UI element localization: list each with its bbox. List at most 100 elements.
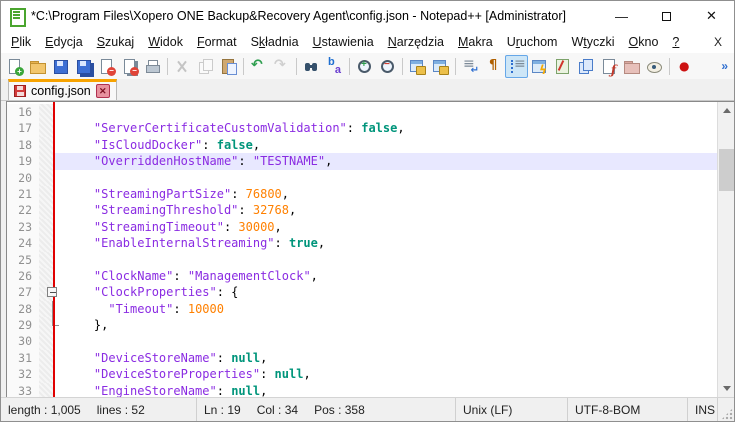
bookmark-margin [39, 301, 53, 317]
toolbar-button-print[interactable] [141, 55, 164, 78]
toolbar-button-undo[interactable] [247, 55, 270, 78]
toolbar-button-sync-v[interactable] [406, 55, 429, 78]
toolbar-button-zoom-in[interactable] [353, 55, 376, 78]
menu-item-edycja[interactable]: Edycja [38, 33, 90, 51]
toolbar-button-lightning[interactable] [528, 55, 551, 78]
map-icon [554, 58, 571, 75]
code-line-29[interactable]: 29 }, [7, 317, 717, 333]
code-line-31[interactable]: 31 "DeviceStoreName": null, [7, 350, 717, 366]
menu-item-uruchom[interactable]: Uruchom [500, 33, 565, 51]
toolbar-button-find[interactable] [300, 55, 323, 78]
toolbar-button-pilcrow[interactable] [482, 55, 505, 78]
resize-grip[interactable] [718, 398, 734, 421]
code-line-22[interactable]: 22 "StreamingThreshold": 32768, [7, 202, 717, 218]
code-line-18[interactable]: 18 "IsCloudDocker": false, [7, 137, 717, 153]
toolbar-button-eye[interactable] [643, 55, 666, 78]
code-line-24[interactable]: 24 "EnableInternalStreaming": true, [7, 235, 717, 251]
toolbar-button-close-doc[interactable] [95, 55, 118, 78]
toolbar-button-workspace[interactable] [620, 55, 643, 78]
funclist-icon [600, 58, 617, 75]
menu-item-makra[interactable]: Makra [451, 33, 500, 51]
toolbar-button-save[interactable] [49, 55, 72, 78]
code-line-16[interactable]: 16 [7, 104, 717, 120]
editor-lines: 1617 "ServerCertificateCustomValidation"… [7, 102, 717, 397]
menu-item-widok[interactable]: Widok [141, 33, 190, 51]
menu-item-szukaj[interactable]: Szukaj [90, 33, 142, 51]
maximize-button[interactable] [644, 1, 689, 31]
record-icon [676, 58, 693, 75]
tab-label: config.json [31, 84, 91, 98]
line-number: 23 [7, 219, 39, 235]
status-insert-mode[interactable]: INS [688, 398, 718, 421]
toolbar-button-open[interactable] [26, 55, 49, 78]
status-doc-info: length : 1,005 lines : 52 [1, 398, 197, 421]
menu-item-format[interactable]: Format [190, 33, 244, 51]
tab-close-icon[interactable]: ✕ [96, 84, 110, 98]
bookmark-margin [39, 153, 53, 169]
menu-item-wtyczki[interactable]: Wtyczki [564, 33, 621, 51]
toolbar-button-copy [194, 55, 217, 78]
code-line-21[interactable]: 21 "StreamingPartSize": 76800, [7, 186, 717, 202]
status-eol-format[interactable]: Unix (LF) [456, 398, 568, 421]
toolbar-button-zoom-out[interactable] [376, 55, 399, 78]
menu-item-okno[interactable]: Okno [622, 33, 666, 51]
toolbar-button-doclist[interactable] [574, 55, 597, 78]
toolbar-button-map[interactable] [551, 55, 574, 78]
menu-item-ustawienia[interactable]: Ustawienia [306, 33, 381, 51]
eye-icon [646, 58, 663, 75]
menu-item-skladnia[interactable]: Składnia [244, 33, 306, 51]
toolbar-separator [455, 58, 456, 75]
toolbar-button-new-file[interactable] [3, 55, 26, 78]
code-text: "StreamingPartSize": 76800, [65, 186, 717, 202]
toolbar-button-close-all[interactable] [118, 55, 141, 78]
code-line-17[interactable]: 17 "ServerCertificateCustomValidation": … [7, 120, 717, 136]
line-number: 26 [7, 268, 39, 284]
tab-config-json[interactable]: config.json ✕ [8, 79, 117, 100]
toolbar-button-paste[interactable] [217, 55, 240, 78]
code-line-27[interactable]: 27 "ClockProperties": { [7, 284, 717, 300]
code-line-26[interactable]: 26 "ClockName": "ManagementClock", [7, 268, 717, 284]
menu-item-help[interactable]: ? [665, 33, 686, 51]
code-line-23[interactable]: 23 "StreamingTimeout": 30000, [7, 219, 717, 235]
toolbar-overflow-chevron-icon[interactable]: » [721, 59, 728, 73]
toolbar-button-funclist[interactable] [597, 55, 620, 78]
vertical-scrollbar[interactable] [717, 102, 734, 397]
code-line-19[interactable]: 19 "OverriddenHostName": "TESTNAME", [7, 153, 717, 169]
code-line-32[interactable]: 32 "DeviceStoreProperties": null, [7, 366, 717, 382]
menu-item-narzedzia[interactable]: Narzędzia [381, 33, 451, 51]
close-button[interactable]: ✕ [689, 1, 734, 31]
scrollbar-thumb[interactable] [719, 149, 734, 191]
menu-item-plik[interactable]: Plik [4, 33, 38, 51]
line-number: 30 [7, 333, 39, 349]
toolbar-button-indent[interactable] [505, 55, 528, 78]
code-line-30[interactable]: 30 [7, 333, 717, 349]
code-text [65, 333, 717, 349]
scroll-down-arrow-icon[interactable] [718, 380, 734, 397]
toolbar-button-wrap[interactable] [459, 55, 482, 78]
code-line-28[interactable]: 28 "Timeout": 10000 [7, 301, 717, 317]
minimize-button[interactable]: — [599, 1, 644, 31]
wrap-icon [462, 58, 479, 75]
line-number: 25 [7, 252, 39, 268]
bookmark-margin [39, 120, 53, 136]
code-line-20[interactable]: 20 [7, 170, 717, 186]
editor[interactable]: 1617 "ServerCertificateCustomValidation"… [6, 101, 734, 397]
replace-icon [326, 58, 343, 75]
status-encoding[interactable]: UTF-8-BOM [568, 398, 688, 421]
toolbar-button-replace[interactable] [323, 55, 346, 78]
menu-close-button[interactable]: X [702, 35, 734, 49]
sync-h-icon [432, 58, 449, 75]
scroll-up-arrow-icon[interactable] [718, 102, 734, 119]
doclist-icon [577, 58, 594, 75]
save-icon [52, 58, 69, 75]
toolbar-button-record[interactable] [673, 55, 696, 78]
code-line-33[interactable]: 33 "EngineStoreName": null, [7, 383, 717, 397]
code-text [65, 170, 717, 186]
fold-collapse-icon[interactable] [47, 287, 57, 297]
toolbar-button-save-all[interactable] [72, 55, 95, 78]
toolbar-separator [296, 58, 297, 75]
toolbar-button-sync-h[interactable] [429, 55, 452, 78]
unsaved-floppy-icon [14, 85, 26, 97]
code-line-25[interactable]: 25 [7, 252, 717, 268]
bookmark-margin [39, 252, 53, 268]
